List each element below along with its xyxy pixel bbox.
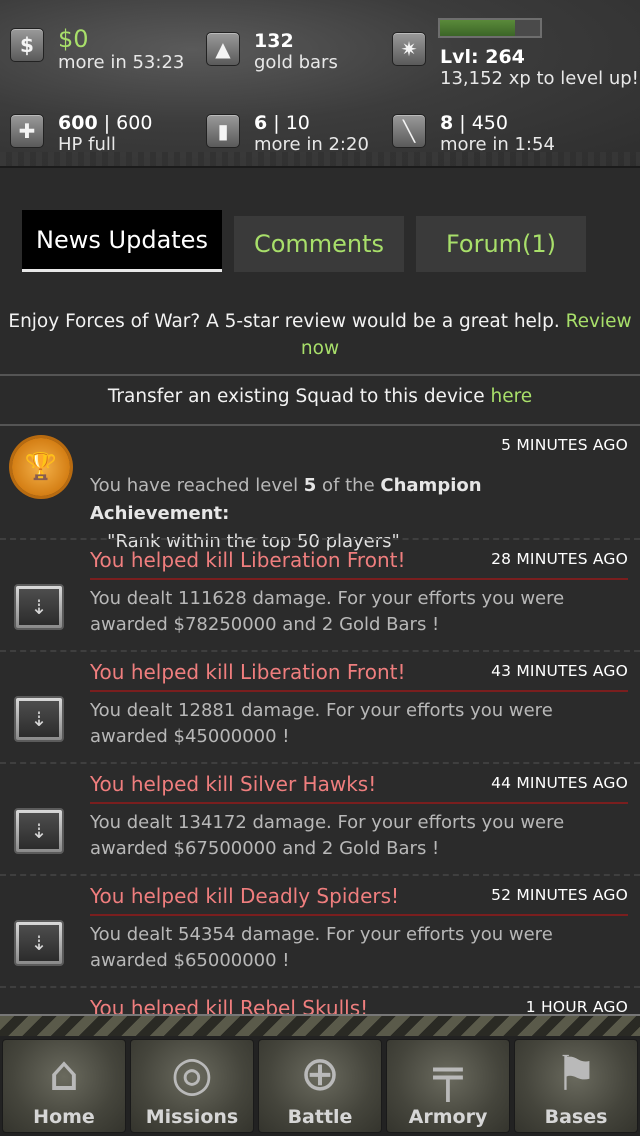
tab-forum[interactable]: Forum(1) [416, 216, 586, 272]
gold-stat[interactable]: ▲ 132 gold bars [206, 30, 338, 74]
feed-item[interactable]: ⇣ You helped kill Liberation Front! 28 M… [0, 540, 640, 652]
feed-line: awarded $45000000 ! [90, 726, 290, 747]
level-value: Lvl: 264 [440, 46, 525, 68]
kill-bomb-icon: ⇣ [14, 808, 64, 854]
tab-news-updates[interactable]: News Updates [22, 210, 222, 272]
achievement-mid: of the [316, 475, 381, 496]
kill-bomb-icon: ⇣ [14, 920, 64, 966]
flag-icon: ⚑ [554, 1046, 598, 1102]
achievement-level: 5 [303, 475, 317, 496]
stamina-timer: more in 1:54 [440, 134, 555, 155]
dollar-icon: $ [10, 28, 44, 62]
review-link[interactable]: Review [566, 311, 632, 332]
nav-home-button[interactable]: ⌂ Home [2, 1039, 126, 1133]
bottom-nav: ⌂ Home ◎ Missions ⊕ Battle ╤ Armory ⚑ Ba… [0, 1036, 640, 1136]
level-stat[interactable]: ✷ Lvl: 264 13,152 xp to level up! [392, 30, 639, 90]
feed-item[interactable]: ⇣ You helped kill Deadly Spiders! 52 MIN… [0, 876, 640, 988]
feed-body: You dealt 54354 damage. For your efforts… [90, 922, 620, 974]
kill-bomb-icon: ⇣ [14, 584, 64, 630]
transfer-lead: Transfer [107, 386, 183, 407]
divider [0, 374, 640, 376]
home-icon: ⌂ [48, 1046, 80, 1102]
feed-time: 52 MINUTES AGO [491, 886, 628, 904]
feed-time: 43 MINUTES AGO [491, 662, 628, 680]
energy-value: 6 [254, 112, 268, 134]
review-link-now[interactable]: now [301, 338, 339, 359]
rifle-icon: ╤ [433, 1046, 463, 1102]
xp-remaining: 13,152 xp to level up! [440, 68, 639, 89]
nav-missions-button[interactable]: ◎ Missions [130, 1039, 254, 1133]
radar-icon: ◎ [171, 1046, 213, 1102]
feed-line: awarded $67500000 and 2 Gold Bars ! [90, 838, 440, 859]
gold-icon: ▲ [206, 32, 240, 66]
feed-line: awarded $65000000 ! [90, 950, 290, 971]
nav-missions-label: Missions [145, 1106, 239, 1128]
tab-comments[interactable]: Comments [234, 216, 404, 272]
feed-time: 44 MINUTES AGO [491, 774, 628, 792]
transfer-squad: Transfer an existing Squad to this devic… [0, 386, 640, 407]
gold-label: gold bars [254, 52, 338, 73]
feed-body: You dealt 134172 damage. For your effort… [90, 810, 620, 862]
nav-bases-label: Bases [544, 1106, 608, 1128]
feed-item[interactable]: ⇣ You helped kill Silver Hawks! 44 MINUT… [0, 764, 640, 876]
feed-line: You dealt 12881 damage. For your efforts… [90, 700, 553, 721]
nav-armory-button[interactable]: ╤ Armory [386, 1039, 510, 1133]
nav-battle-button[interactable]: ⊕ Battle [258, 1039, 382, 1133]
achievement-item[interactable]: 5 MINUTES AGO You have reached level 5 o… [0, 426, 640, 552]
status-header: $ $0 more in 53:23 ▲ 132 gold bars ✷ Lvl… [0, 0, 640, 168]
stamina-stat[interactable]: ╲ 8 | 450 more in 1:54 [392, 112, 555, 156]
gold-value: 132 [254, 30, 294, 52]
nav-hazard-strip [0, 1014, 640, 1036]
kill-bomb-icon: ⇣ [14, 696, 64, 742]
feed-body: You dealt 111628 damage. For your effort… [90, 586, 620, 638]
nav-battle-label: Battle [287, 1106, 353, 1128]
nav-armory-label: Armory [408, 1106, 488, 1128]
feed-item[interactable]: ⇣ You helped kill Liberation Front! 43 M… [0, 652, 640, 764]
stamina-max: | 450 [459, 112, 508, 134]
ammo-icon: ▮ [206, 114, 240, 148]
stamina-value: 8 [440, 112, 454, 134]
transfer-here-link[interactable]: here [490, 386, 532, 407]
knife-icon: ╲ [392, 114, 426, 148]
review-promo-text: Enjoy Forces of War? A 5-star review wou… [8, 311, 560, 332]
energy-timer: more in 2:20 [254, 134, 369, 155]
hp-status: HP full [58, 134, 116, 155]
hp-value: 600 [58, 112, 98, 134]
energy-stat[interactable]: ▮ 6 | 10 more in 2:20 [206, 112, 369, 156]
nav-bases-button[interactable]: ⚑ Bases [514, 1039, 638, 1133]
achievement-time: 5 MINUTES AGO [501, 436, 628, 454]
hp-stat[interactable]: ✚ 600 | 600 HP full [10, 112, 152, 156]
feed-line: You dealt 111628 damage. For your effort… [90, 588, 565, 609]
feed-body: You dealt 12881 damage. For your efforts… [90, 698, 620, 750]
feed-line: You dealt 134172 damage. For your effort… [90, 812, 565, 833]
hp-max: | 600 [103, 112, 153, 134]
transfer-text: an existing Squad to this device [182, 386, 491, 407]
nav-home-label: Home [33, 1106, 95, 1128]
cash-timer: more in 53:23 [58, 52, 185, 73]
cash-value: $0 [58, 25, 89, 53]
energy-max: | 10 [273, 112, 310, 134]
cash-stat[interactable]: $ $0 more in 53:23 [10, 26, 184, 74]
feed-line: You dealt 54354 damage. For your efforts… [90, 924, 553, 945]
health-cross-icon: ✚ [10, 114, 44, 148]
feed-line: awarded $78250000 and 2 Gold Bars ! [90, 614, 440, 635]
review-promo: Enjoy Forces of War? A 5-star review wou… [0, 308, 640, 362]
rank-star-icon: ✷ [392, 32, 426, 66]
crosshair-icon: ⊕ [299, 1046, 341, 1102]
achievement-pre: You have reached level [90, 475, 304, 496]
feed-time: 28 MINUTES AGO [491, 550, 628, 568]
